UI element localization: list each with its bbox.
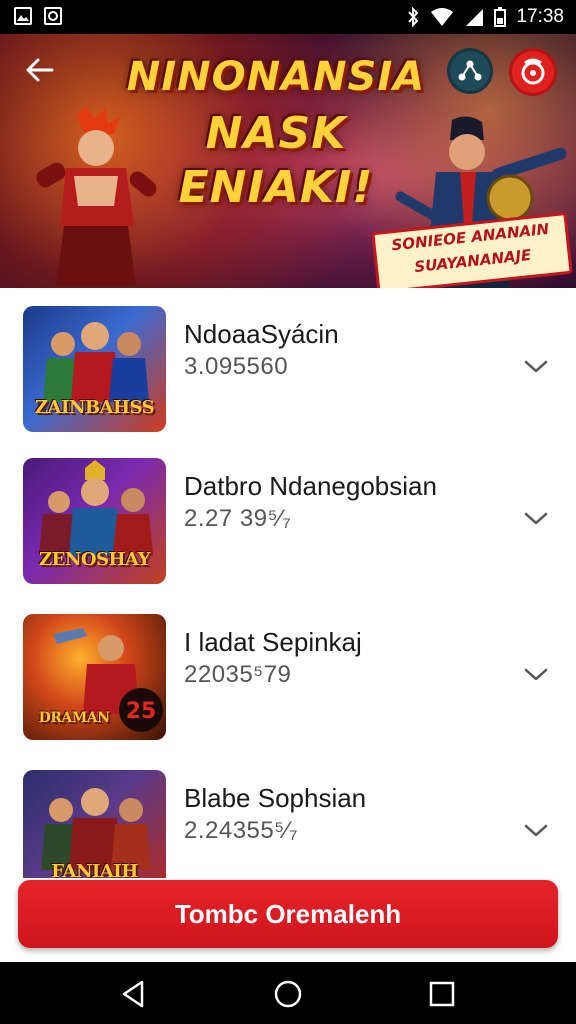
- game-count: 2.27 39⁵⁄₇: [184, 505, 292, 532]
- status-bar: 17:38: [0, 0, 576, 34]
- game-thumbnail: FANIAIH: [23, 770, 166, 878]
- game-thumbnail: ZAINBAHSS: [23, 306, 166, 432]
- gallery-notification-icon: [14, 7, 32, 25]
- primary-cta-button[interactable]: Tombc Oremalenh: [18, 880, 558, 948]
- game-name: Datbro Ndanegobsian: [184, 471, 437, 501]
- signal-icon: [466, 9, 484, 26]
- list-item[interactable]: ZENOSHAY Datbro Ndanegobsian 2.27 39⁵⁄₇: [0, 440, 576, 584]
- banner-title-line1: NINONANSIA: [126, 54, 426, 100]
- banner-title-line2: NASK: [205, 108, 347, 159]
- chevron-down-icon[interactable]: [522, 508, 550, 528]
- game-logo: FANIAIH: [51, 861, 138, 878]
- game-logo: ZENOSHAY: [39, 549, 150, 570]
- banner-title-line3: ENIAKI!: [178, 162, 374, 213]
- list-item[interactable]: ZAINBAHSS NdoaaSyácin 3.095560: [0, 288, 576, 432]
- game-logo: ZAINBAHSS: [34, 397, 155, 418]
- chevron-down-icon[interactable]: [522, 820, 550, 840]
- back-button[interactable]: [22, 52, 58, 88]
- game-logo: DRAMAN: [38, 710, 110, 726]
- arrow-left-icon: [26, 58, 54, 82]
- game-name: Blabe Sophsian: [184, 783, 367, 813]
- clock: 17:38: [516, 6, 564, 27]
- game-thumbnail: 25 DRAMAN: [23, 614, 166, 740]
- game-thumbnail: ZENOSHAY: [23, 458, 166, 584]
- wifi-icon: [431, 8, 454, 26]
- svg-text:25: 25: [126, 699, 157, 724]
- navigation-bar: [0, 962, 576, 1024]
- game-count: 22035⁵79: [184, 661, 292, 688]
- game-name: I ladat Sepinkaj: [184, 627, 362, 657]
- game-count: 2.24355⁵⁄₇: [184, 817, 298, 844]
- app-notification-icon: [44, 7, 62, 25]
- share-button[interactable]: [450, 51, 490, 91]
- recents-square-icon[interactable]: [426, 978, 458, 1010]
- chevron-down-icon[interactable]: [522, 664, 550, 684]
- share-icon: [458, 60, 482, 81]
- game-name: NdoaaSyácin: [184, 319, 339, 349]
- list-item[interactable]: FANIAIH Blabe Sophsian 2.24355⁵⁄₇: [0, 752, 576, 878]
- game-count: 3.095560: [184, 353, 289, 380]
- game-list: ZAINBAHSS NdoaaSyácin 3.095560 ZENOSHAY …: [0, 288, 576, 878]
- list-item[interactable]: 25 DRAMAN I ladat Sepinkaj 22035⁵79: [0, 596, 576, 740]
- bluetooth-icon: [408, 7, 419, 27]
- battery-icon: [494, 7, 507, 27]
- home-circle-icon[interactable]: [272, 978, 304, 1010]
- gift-icon: [521, 58, 545, 85]
- gift-button[interactable]: [512, 51, 554, 93]
- chevron-down-icon[interactable]: [522, 356, 550, 376]
- back-triangle-icon[interactable]: [118, 978, 150, 1010]
